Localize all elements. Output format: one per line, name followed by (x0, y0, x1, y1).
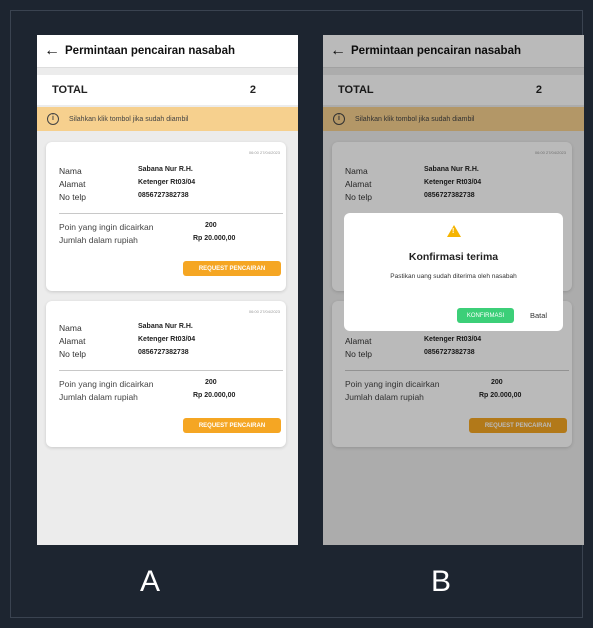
nama-value: Sabana Nur R.H. (138, 166, 193, 173)
app-bar: ← Permintaan pencairan nasabah (37, 35, 298, 68)
konfirmasi-button[interactable]: KONFIRMASI (457, 308, 514, 323)
telp-value: 0856727382738 (138, 349, 189, 356)
telp-row: No telp 0856727382738 (59, 192, 279, 204)
card-timestamp: 06:00 27/04/2023 (248, 150, 280, 155)
dialog-title: Konfirmasi terima (408, 251, 499, 263)
screen-a: ← Permintaan pencairan nasabah TOTAL 2 i… (37, 35, 298, 545)
poin-label: Poin yang ingin dicairkan (59, 222, 154, 232)
screen-b: ← Permintaan pencairan nasabah TOTAL 2 i… (323, 35, 584, 545)
arrow-left-icon[interactable]: ← (39, 42, 65, 60)
rupiah-row: Jumlah dalam rupiah Rp 20.000,00 (59, 235, 283, 247)
rupiah-label: Jumlah dalam rupiah (59, 392, 138, 402)
alamat-label: Alamat (59, 336, 86, 346)
confirm-dialog: ! Konfirmasi terima Pastikan uang sudah … (344, 213, 563, 331)
caption-a: A (140, 565, 161, 598)
alamat-row: Alamat Ketenger Rt03/04 (59, 336, 279, 348)
total-label: TOTAL (52, 84, 88, 96)
alamat-value: Ketenger Rt03/04 (138, 336, 196, 343)
batal-button[interactable]: Batal (530, 308, 547, 323)
poin-value: 200 (205, 379, 217, 386)
info-icon: i (47, 113, 59, 125)
telp-value: 0856727382738 (138, 192, 189, 199)
poin-row: Poin yang ingin dicairkan 200 (59, 379, 283, 391)
request-pencairan-button[interactable]: REQUEST PENCAIRAN (183, 261, 281, 276)
poin-label: Poin yang ingin dicairkan (59, 379, 154, 389)
alamat-label: Alamat (59, 179, 86, 189)
card-divider (59, 213, 283, 214)
info-text: Silahkan klik tombol jika sudah diambil (69, 115, 189, 123)
rupiah-label: Jumlah dalam rupiah (59, 235, 138, 245)
request-pencairan-button[interactable]: REQUEST PENCAIRAN (183, 418, 281, 433)
rupiah-value: Rp 20.000,00 (193, 392, 236, 399)
poin-row: Poin yang ingin dicairkan 200 (59, 222, 283, 234)
alamat-value: Ketenger Rt03/04 (138, 179, 196, 186)
nama-label: Nama (59, 323, 82, 333)
telp-label: No telp (59, 349, 86, 359)
warning-mark: ! (452, 228, 455, 235)
request-card: 06:00 27/04/2023 Nama Sabana Nur R.H. Al… (46, 301, 286, 447)
nama-value: Sabana Nur R.H. (138, 323, 193, 330)
nama-row: Nama Sabana Nur R.H. (59, 323, 279, 335)
alamat-row: Alamat Ketenger Rt03/04 (59, 179, 279, 191)
nama-label: Nama (59, 166, 82, 176)
nama-row: Nama Sabana Nur R.H. (59, 166, 279, 178)
caption-b: B (431, 565, 452, 598)
page-title: Permintaan pencairan nasabah (65, 45, 236, 57)
poin-value: 200 (205, 222, 217, 229)
info-banner: i Silahkan klik tombol jika sudah diambi… (37, 107, 298, 131)
card-timestamp: 06:00 27/04/2023 (248, 309, 280, 314)
dialog-message: Pastikan uang sudah diterima oleh nasaba… (390, 273, 517, 280)
telp-row: No telp 0856727382738 (59, 349, 279, 361)
rupiah-row: Jumlah dalam rupiah Rp 20.000,00 (59, 392, 283, 404)
request-card: 06:00 27/04/2023 Nama Sabana Nur R.H. Al… (46, 142, 286, 291)
card-divider (59, 370, 283, 371)
total-value: 2 (249, 84, 256, 96)
total-bar: TOTAL 2 (37, 75, 298, 105)
telp-label: No telp (59, 192, 86, 202)
rupiah-value: Rp 20.000,00 (193, 235, 236, 242)
